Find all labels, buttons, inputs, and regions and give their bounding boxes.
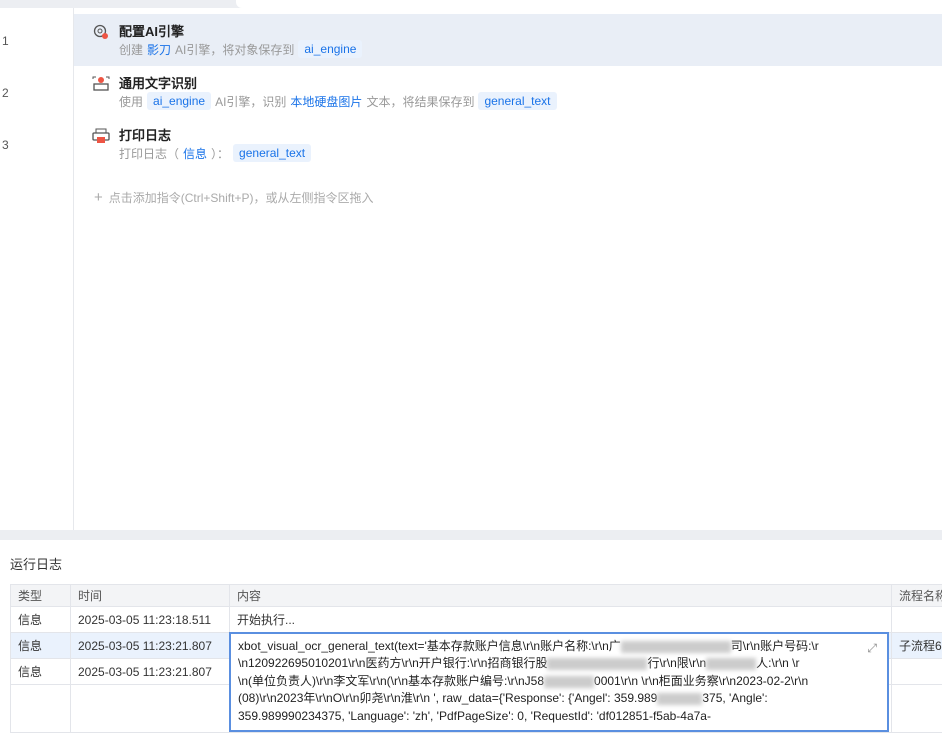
log-text: 司\r\n账户号码:\r <box>730 639 819 653</box>
step-title: 打印日志 <box>119 128 172 143</box>
variable-chip[interactable]: ai_engine <box>298 40 363 58</box>
variable-chip[interactable]: general_text <box>233 144 312 162</box>
log-text: xbot_visual_ocr_general_text(text='基本存款账… <box>238 639 621 653</box>
table-row[interactable]: 信息 2025-03-05 11:23:18.511 开始执行... <box>10 606 942 633</box>
redacted <box>706 658 757 671</box>
plus-icon: + <box>94 189 103 206</box>
table-header: 类型 时间 内容 流程名称 <box>10 584 942 607</box>
step-description: 创建 影刀 AI引擎，将对象保存到 ai_engine <box>119 40 363 58</box>
col-type[interactable]: 类型 <box>10 584 71 607</box>
add-hint-text: 点击添加指令(Ctrl+Shift+P)，或从左侧指令区拖入 <box>108 191 374 205</box>
desc-text: 打印日志（ <box>119 146 180 161</box>
log-text: (08)\r\n2023年\r\nO\r\n卯尧\r\n淮\r\n ', raw… <box>238 691 658 706</box>
log-text: \n120922695010201\r\n医药方\r\n开户银行:\r\n招商银… <box>238 656 548 671</box>
cell-type: 信息 <box>10 632 71 659</box>
line-number: 1 <box>2 34 9 48</box>
log-text: \n(单位负责人)\r\n李文军\r\n(\r\n基本存款账户编号:\r\nJ5… <box>238 673 545 688</box>
expand-icon[interactable]: ⤢ <box>867 640 877 657</box>
source-link[interactable]: 本地硬盘图片 <box>290 93 362 110</box>
step-config-ai-engine[interactable]: 配置AI引擎 创建 影刀 AI引擎，将对象保存到 ai_engine <box>74 14 942 66</box>
ai-engine-icon <box>93 24 108 39</box>
desc-text: AI引擎，识别 <box>215 94 287 109</box>
step-description: 使用 ai_engine AI引擎，识别 本地硬盘图片 文本，将结果保存到 ge… <box>119 92 557 110</box>
variable-chip[interactable]: ai_engine <box>147 92 212 110</box>
line-gutter: 1 2 3 <box>0 8 74 530</box>
top-bar <box>0 0 942 8</box>
log-text: 行\r\n限\r\n <box>647 656 707 671</box>
line-number: 2 <box>2 86 9 100</box>
panel-splitter[interactable] <box>0 530 942 540</box>
ocr-icon <box>92 76 110 91</box>
col-flow[interactable]: 流程名称 <box>891 584 942 607</box>
desc-text: 文本，将结果保存到 <box>366 94 475 109</box>
cell-type: 信息 <box>10 658 71 685</box>
log-text: 0001\r\n \r\n柜面业务察\r\n2023-02-2\r\n <box>594 673 809 688</box>
printer-icon <box>92 128 110 143</box>
log-panel-title: 运行日志 <box>10 557 63 572</box>
line-number: 3 <box>2 138 9 152</box>
log-text: 人:\r\n \r <box>756 656 800 671</box>
active-tab[interactable] <box>236 0 942 8</box>
step-title: 通用文字识别 <box>119 76 198 91</box>
desc-text: 创建 <box>119 42 144 57</box>
cell-flow: 子流程6 <box>891 632 942 659</box>
log-text: 375, 'Angle': <box>702 691 768 706</box>
expanded-log-content[interactable]: ⤢ xbot_visual_ocr_general_text(text='基本存… <box>229 632 889 732</box>
cell-flow <box>891 606 942 633</box>
engine-link[interactable]: 影刀 <box>147 41 171 58</box>
step-print-log[interactable]: 打印日志 打印日志（ 信息 ）： general_text <box>74 118 942 170</box>
cell-type: 信息 <box>10 606 71 633</box>
desc-text: AI引擎，将对象保存到 <box>175 42 295 57</box>
step-description: 打印日志（ 信息 ）： general_text <box>119 144 312 162</box>
redacted <box>547 658 648 671</box>
add-command-hint[interactable]: + 点击添加指令(Ctrl+Shift+P)，或从左侧指令区拖入 <box>94 189 373 206</box>
col-content[interactable]: 内容 <box>229 584 892 607</box>
redacted <box>544 675 595 688</box>
cell-time: 2025-03-05 11:23:21.807 <box>70 658 230 685</box>
desc-text: 使用 <box>119 94 144 109</box>
desc-text: ）： <box>211 146 230 161</box>
col-time[interactable]: 时间 <box>70 584 230 607</box>
variable-chip[interactable]: general_text <box>478 92 557 110</box>
step-general-ocr[interactable]: 通用文字识别 使用 ai_engine AI引擎，识别 本地硬盘图片 文本，将结… <box>74 66 942 118</box>
redacted <box>657 693 703 706</box>
redacted <box>620 640 731 653</box>
cell-time: 2025-03-05 11:23:21.807 <box>70 632 230 659</box>
log-text: 359.989990234375, 'Language': 'zh', 'Pdf… <box>238 708 711 723</box>
cell-time: 2025-03-05 11:23:18.511 <box>70 606 230 633</box>
cell-content: 开始执行... <box>229 606 892 633</box>
level-link[interactable]: 信息 <box>183 145 207 162</box>
step-title: 配置AI引擎 <box>119 24 185 39</box>
cell-flow <box>891 658 942 685</box>
